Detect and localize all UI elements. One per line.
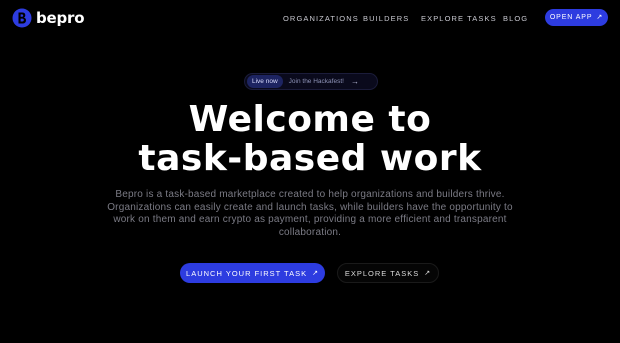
- launch-first-task-label: LAUNCH YOUR FIRST TASK: [186, 268, 308, 278]
- open-app-label: OPEN APP: [549, 14, 593, 21]
- announcement-pill[interactable]: Live now Join the Hackafest! →: [244, 73, 378, 90]
- brand-name: bepro: [36, 9, 85, 27]
- explore-tasks-button[interactable]: EXPLORE TASKS ↗: [337, 263, 439, 283]
- nav-link-organizations[interactable]: ORGANIZATIONS: [283, 14, 359, 23]
- arrow-up-right-icon: ↗: [312, 269, 319, 277]
- arrow-up-right-icon: ↗: [596, 14, 604, 21]
- hero-title-line-2: task-based work: [138, 138, 482, 179]
- top-navbar: bepro ORGANIZATIONS BUILDERS EXPLORE TAS…: [0, 0, 620, 36]
- hero-description: Bepro is a task-based marketplace create…: [107, 189, 513, 238]
- arrow-up-right-icon: ↗: [424, 269, 432, 277]
- hero-title: Welcome to task-based work: [0, 100, 620, 178]
- launch-first-task-button[interactable]: LAUNCH YOUR FIRST TASK ↗: [180, 263, 325, 283]
- open-app-button[interactable]: OPEN APP ↗: [545, 9, 608, 26]
- nav-link-explore-tasks[interactable]: EXPLORE TASKS: [421, 14, 497, 23]
- nav-link-blog[interactable]: BLOG: [503, 14, 528, 23]
- live-now-badge: Live now: [247, 75, 283, 88]
- bepro-logo[interactable]: bepro: [12, 8, 85, 28]
- bepro-logo-icon: [12, 8, 32, 28]
- explore-tasks-label: EXPLORE TASKS: [344, 268, 420, 278]
- hero-title-line-1: Welcome to: [188, 99, 432, 140]
- announcement-text: Join the Hackafest!: [288, 78, 344, 85]
- arrow-right-icon: →: [350, 77, 359, 86]
- nav-link-builders[interactable]: BUILDERS: [363, 14, 409, 23]
